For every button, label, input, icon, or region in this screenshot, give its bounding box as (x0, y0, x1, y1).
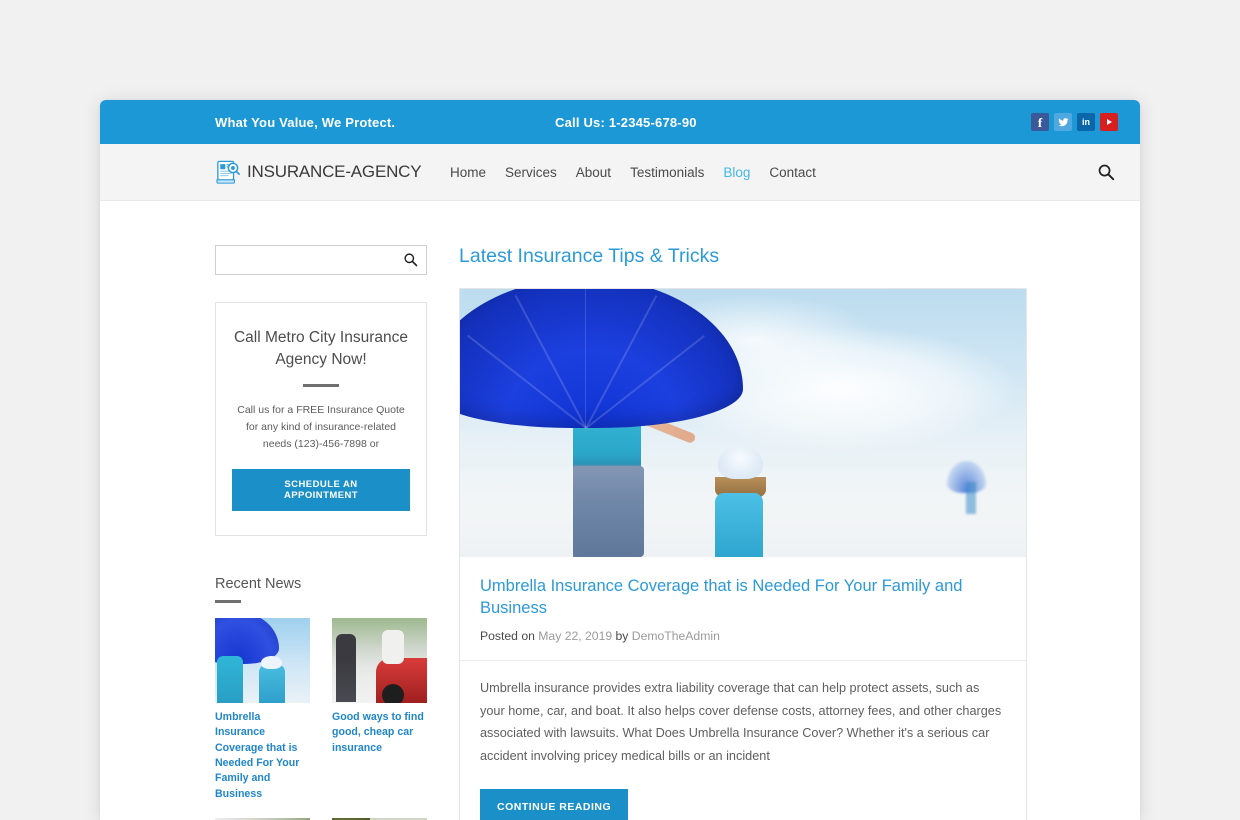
post-excerpt: Umbrella insurance provides extra liabil… (480, 681, 1002, 763)
top-utility-bar: What You Value, We Protect. Call Us: 1-2… (100, 100, 1140, 144)
call-agency-card: Call Metro City Insurance Agency Now! Ca… (215, 302, 427, 536)
umbrella-rib (584, 295, 657, 429)
umbrella-rib (584, 335, 704, 429)
linkedin-icon[interactable]: in (1077, 113, 1095, 131)
recent-news-item[interactable]: Good ways to find good, cheap car insura… (332, 618, 427, 802)
recent-news-grid: Umbrella Insurance Coverage that is Need… (215, 618, 427, 820)
post-body: Umbrella Insurance Coverage that is Need… (460, 557, 1026, 820)
recent-news-item[interactable]: Umbrella Insurance Coverage that is Need… (215, 618, 310, 802)
header-search-icon[interactable] (1097, 163, 1115, 181)
recent-news-widget: Recent News Umbrella Insurance Coverage … (215, 576, 427, 820)
recent-news-heading: Recent News (215, 576, 302, 592)
umbrella-rib (584, 289, 587, 429)
umbrella-rib (466, 335, 586, 429)
recent-thumbnail-umbrella[interactable] (215, 618, 310, 703)
youtube-icon[interactable] (1100, 113, 1118, 131)
page-canvas: What You Value, We Protect. Call Us: 1-2… (0, 0, 1240, 820)
call-us-text: Call Us: 1-2345-678-90 (555, 114, 697, 130)
search-icon[interactable] (403, 252, 418, 272)
recent-news-label[interactable]: Good ways to find good, cheap car insura… (332, 710, 427, 756)
site-logo[interactable]: INSURANCE-AGENCY (215, 160, 422, 184)
nav-item-contact[interactable]: Contact (769, 165, 816, 180)
schedule-appointment-button[interactable]: SCHEDULE AN APPOINTMENT (232, 469, 410, 511)
post-meta-prefix: Posted on (480, 629, 535, 644)
post-title-link[interactable]: Umbrella Insurance Coverage that is Need… (480, 575, 1006, 619)
nav-item-about[interactable]: About (576, 165, 611, 180)
blog-post-card: Umbrella Insurance Coverage that is Need… (459, 288, 1027, 820)
recent-news-label[interactable]: Umbrella Insurance Coverage that is Need… (215, 710, 310, 802)
facebook-icon[interactable]: f (1031, 113, 1049, 131)
umbrella-rib (514, 295, 586, 429)
cta-divider (303, 384, 339, 387)
cta-title: Call Metro City Insurance Agency Now! (233, 329, 408, 368)
search-input[interactable] (216, 246, 426, 274)
document-search-icon (216, 160, 240, 184)
nav-item-blog[interactable]: Blog (723, 165, 750, 180)
continue-reading-button[interactable]: CONTINUE READING (480, 789, 629, 820)
sidebar-search[interactable] (215, 245, 427, 275)
social-links: f in (1031, 113, 1118, 131)
sidebar: Call Metro City Insurance Agency Now! Ca… (215, 245, 427, 820)
brand-name: INSURANCE-AGENCY (247, 162, 422, 181)
nav-item-services[interactable]: Services (505, 165, 557, 180)
twitter-icon[interactable] (1054, 113, 1072, 131)
post-meta: Posted on May 22, 2019 by DemoTheAdmin (480, 629, 1006, 660)
nav-links: Home Services About Testimonials Blog Co… (450, 165, 816, 180)
content-area: Call Metro City Insurance Agency Now! Ca… (100, 201, 1140, 820)
post-featured-image[interactable] (460, 289, 1026, 557)
page-title: Latest Insurance Tips & Tricks (459, 245, 720, 267)
post-author[interactable]: DemoTheAdmin (632, 629, 720, 643)
main-navigation-bar: INSURANCE-AGENCY Home Services About Tes… (100, 144, 1140, 201)
cta-description: Call us for a FREE Insurance Quote for a… (237, 404, 405, 450)
recent-thumbnail-car[interactable] (332, 618, 427, 703)
main-column: Latest Insurance Tips & Tricks Umbrella … (459, 245, 1027, 820)
nav-item-home[interactable]: Home (450, 165, 486, 180)
nav-item-testimonials[interactable]: Testimonials (630, 165, 704, 180)
post-date: May 22, 2019 (538, 629, 613, 644)
site-tagline: What You Value, We Protect. (215, 114, 396, 130)
site-window: What You Value, We Protect. Call Us: 1-2… (100, 100, 1140, 820)
post-meta-by: by (615, 629, 629, 644)
recent-news-divider (215, 600, 241, 603)
